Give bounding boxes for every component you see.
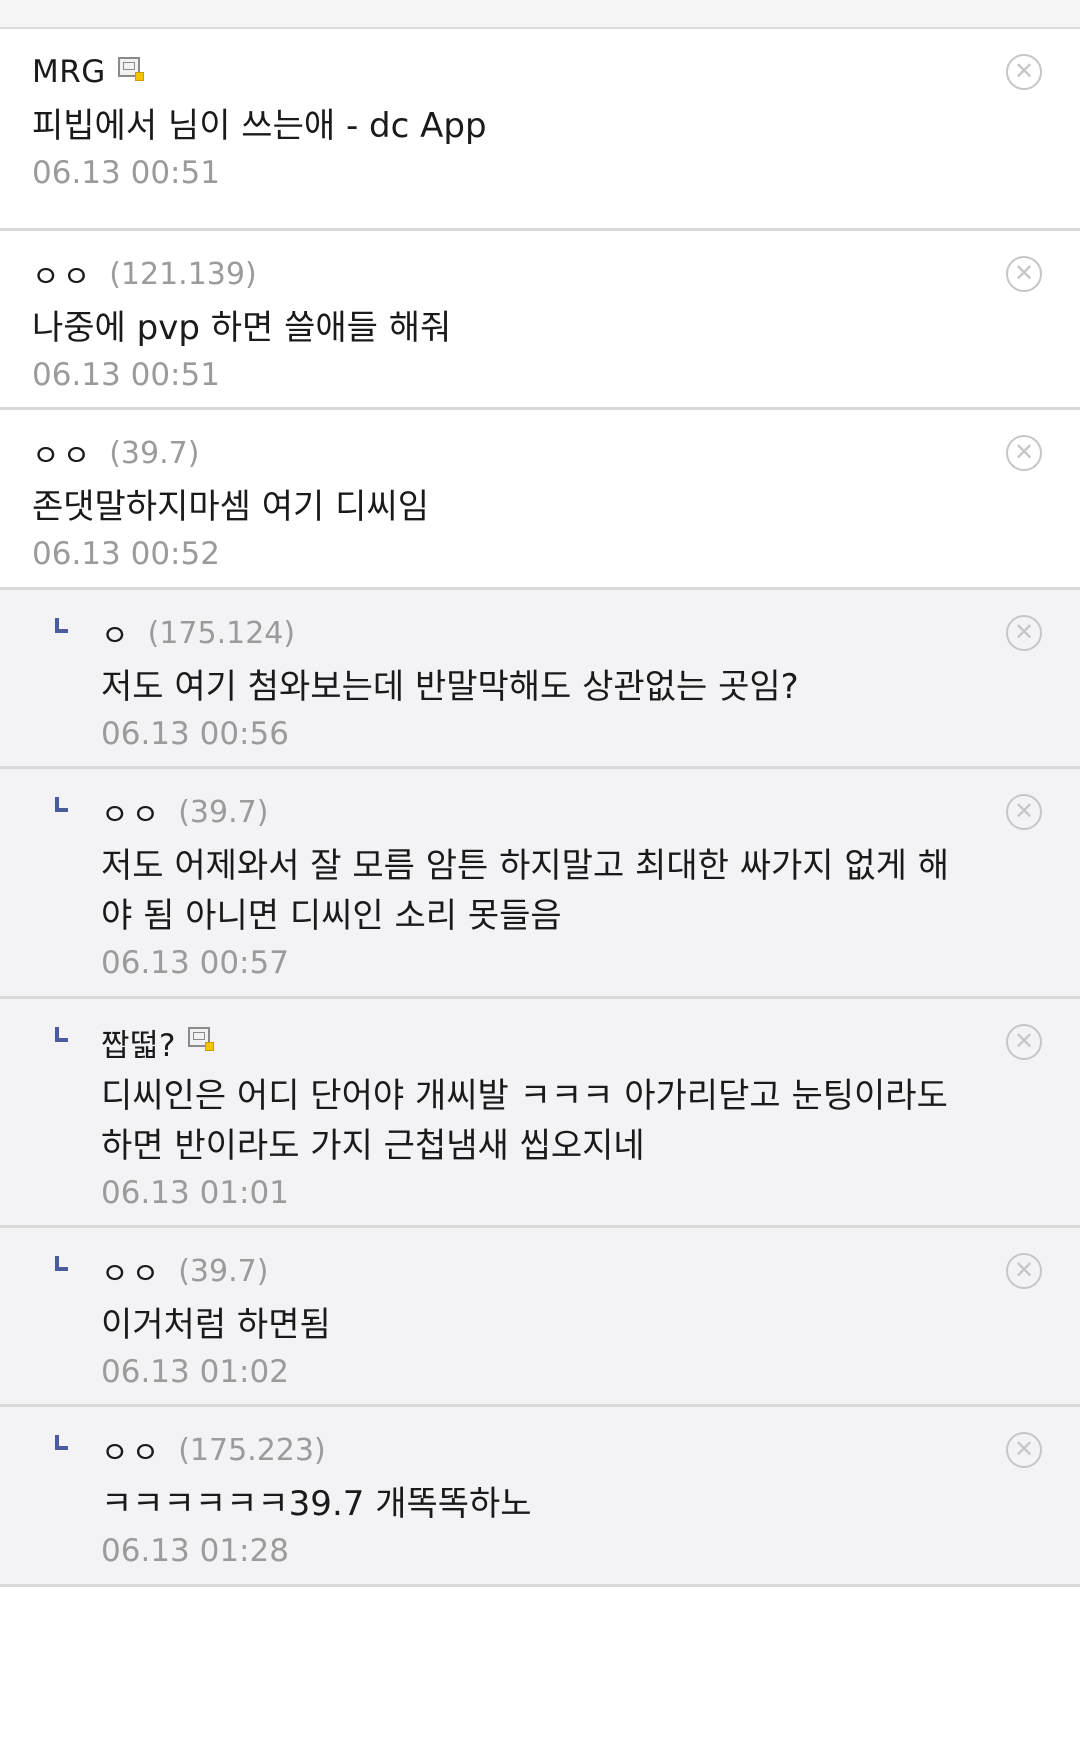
comment-ip: (39.7) [178,794,269,830]
delete-comment-button[interactable]: ✕ [1006,794,1042,830]
top-divider [0,0,1080,29]
close-circle-icon: ✕ [1013,618,1035,646]
reply-comment-item: ㅇㅇ (39.7) 저도 어제와서 잘 모름 암튼 하지말고 최대한 싸가지 없… [0,769,1080,999]
close-circle-icon: ✕ [1013,259,1035,287]
comment-text: 존댓말하지마셈 여기 디씨임 [32,487,429,527]
comment-date: 06.13 00:56 [101,716,289,752]
comment-text: 디씨인은 어디 단어야 개씨발 ㅋㅋㅋ 아가리닫고 눈팅이라도 하면 반이라도 … [101,1076,948,1166]
comment-meta: MRG [32,29,970,97]
comment-nickname[interactable]: ㅇ [101,611,132,655]
reply-comment-item: 짭떫? 디씨인은 어디 단어야 개씨발 ㅋㅋㅋ 아가리닫고 눈팅이라도 하면 반… [0,999,1080,1228]
comment-meta: ㅇㅇ (175.223) [101,1407,970,1475]
delete-comment-button[interactable]: ✕ [1006,256,1042,292]
comment-text: 피빕에서 님이 쓰는애 - dc App [32,106,487,146]
comment-meta: ㅇㅇ (39.7) [32,410,970,478]
delete-comment-button[interactable]: ✕ [1006,1024,1042,1060]
comment-text: 저도 여기 첨와보는데 반말막해도 상관없는 곳임? [101,667,799,707]
comment-item: ㅇㅇ (39.7) 존댓말하지마셈 여기 디씨임 06.13 00:52 ✕ [0,410,1080,590]
close-circle-icon: ✕ [1013,797,1035,825]
comment-date: 06.13 01:02 [101,1354,289,1390]
comment-date: 06.13 01:01 [101,1175,289,1211]
comment-text: ㅋㅋㅋㅋㅋㅋ39.7 개똑똑하노 [101,1484,532,1524]
comment-ip: (39.7) [178,1253,269,1289]
comment-nickname[interactable]: ㅇㅇ [101,1428,162,1472]
comment-ip: (175.124) [147,615,296,651]
comment-item: ㅇㅇ (121.139) 나중에 pvp 하면 쓸애들 해줘 06.13 00:… [0,231,1080,410]
comment-ip: (39.7) [109,435,200,471]
close-circle-icon: ✕ [1013,1435,1035,1463]
comment-nickname[interactable]: MRG [32,54,106,90]
gallog-icon[interactable] [117,57,144,81]
comment-date: 06.13 00:52 [32,536,220,572]
comment-nickname[interactable]: 짭떫? [101,1020,176,1065]
comment-meta: ㅇㅇ (39.7) [101,769,970,837]
comment-date: 06.13 00:57 [101,945,289,981]
reply-arrow-icon [55,1435,68,1450]
reply-comment-item: ㅇㅇ (175.223) ㅋㅋㅋㅋㅋㅋ39.7 개똑똑하노 06.13 01:2… [0,1407,1080,1587]
comment-nickname[interactable]: ㅇㅇ [101,790,162,834]
close-circle-icon: ✕ [1013,1256,1035,1284]
reply-arrow-icon [55,618,68,633]
reply-comment-item: ㅇ (175.124) 저도 여기 첨와보는데 반말막해도 상관없는 곳임? 0… [0,590,1080,769]
comment-nickname[interactable]: ㅇㅇ [101,1249,162,1293]
reply-arrow-icon [55,1256,68,1271]
comment-date: 06.13 01:28 [101,1533,289,1569]
close-circle-icon: ✕ [1013,438,1035,466]
delete-comment-button[interactable]: ✕ [1006,615,1042,651]
comment-text: 이거처럼 하면됨 [101,1305,331,1345]
comment-meta: ㅇㅇ (39.7) [101,1228,970,1296]
comment-meta: ㅇㅇ (121.139) [32,231,970,299]
comment-list: MRG 피빕에서 님이 쓰는애 - dc App 06.13 00:51 ✕ ㅇ… [0,29,1080,1587]
delete-comment-button[interactable]: ✕ [1006,1432,1042,1468]
reply-comment-item: ㅇㅇ (39.7) 이거처럼 하면됨 06.13 01:02 ✕ [0,1228,1080,1407]
comment-nickname[interactable]: ㅇㅇ [32,431,93,475]
comment-text: 나중에 pvp 하면 쓸애들 해줘 [32,308,452,348]
comment-date: 06.13 00:51 [32,357,220,393]
comment-ip: (121.139) [109,256,257,292]
comment-text: 저도 어제와서 잘 모름 암튼 하지말고 최대한 싸가지 없게 해야 됨 아니면… [101,846,949,936]
delete-comment-button[interactable]: ✕ [1006,1253,1042,1289]
comment-ip: (175.223) [178,1432,326,1468]
delete-comment-button[interactable]: ✕ [1006,54,1042,90]
comment-date: 06.13 00:51 [32,155,220,191]
close-circle-icon: ✕ [1013,57,1035,85]
delete-comment-button[interactable]: ✕ [1006,435,1042,471]
comment-nickname[interactable]: ㅇㅇ [32,252,93,296]
reply-arrow-icon [55,1027,68,1042]
comment-item: MRG 피빕에서 님이 쓰는애 - dc App 06.13 00:51 ✕ [0,29,1080,231]
comment-meta: 짭떫? [101,999,970,1067]
close-circle-icon: ✕ [1013,1027,1035,1055]
comment-meta: ㅇ (175.124) [101,590,970,658]
gallog-icon[interactable] [188,1027,214,1051]
reply-arrow-icon [55,797,68,812]
